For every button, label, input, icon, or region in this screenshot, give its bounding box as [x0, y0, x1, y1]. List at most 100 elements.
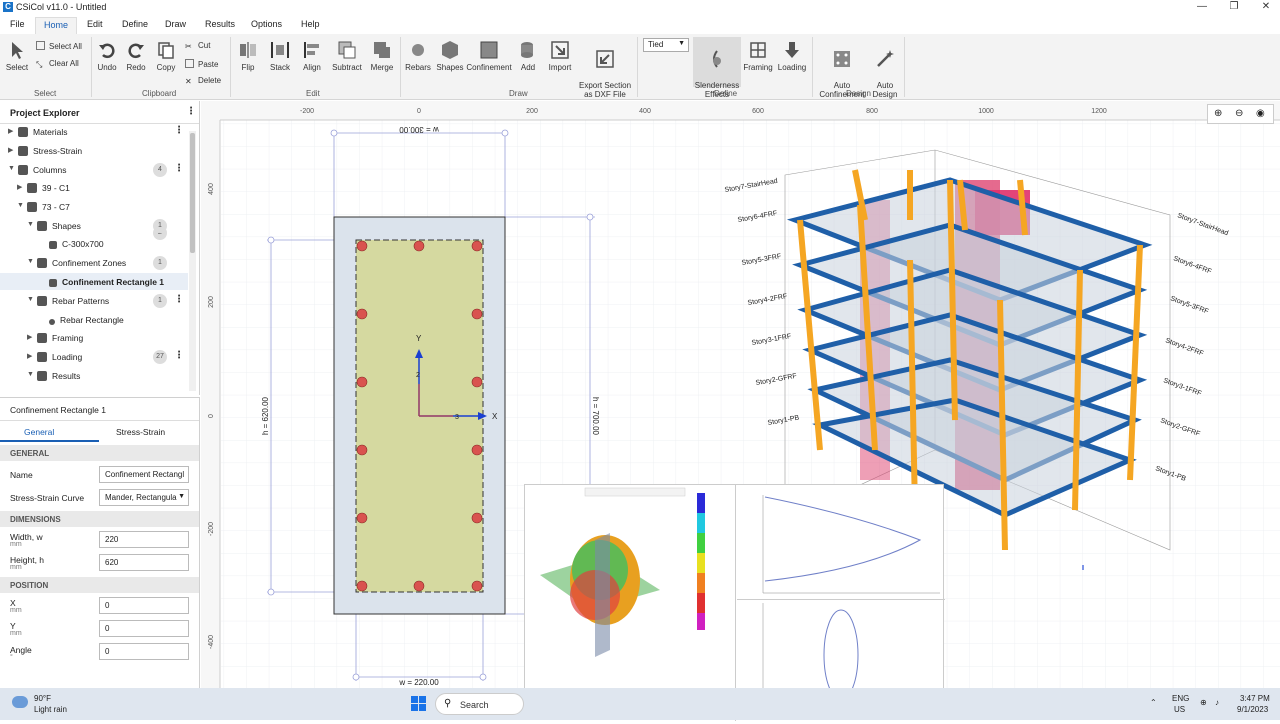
results-icon — [37, 371, 47, 381]
chevron-right-icon: ▶ — [27, 334, 33, 341]
lang-1[interactable]: ENG — [1172, 694, 1189, 703]
zoom-in-icon[interactable]: ⊕ — [1214, 108, 1222, 119]
menu-define[interactable]: Define — [122, 19, 148, 29]
flip-button[interactable]: Flip — [236, 40, 260, 72]
import-button[interactable]: Import — [545, 40, 575, 72]
zoom-out-icon[interactable]: ⊖ — [1235, 108, 1243, 119]
explorer-menu-icon[interactable]: ⋮ — [186, 106, 196, 117]
tree-item-columns[interactable]: ▼ Columns — [8, 165, 67, 175]
subtract-button[interactable]: Subtract — [331, 40, 363, 72]
tree-label: 39 - C1 — [42, 183, 70, 193]
windows-start-icon[interactable] — [411, 696, 427, 712]
clear-all-button[interactable]: ⤡ Clear All — [36, 59, 79, 69]
tree-item-results[interactable]: ▼ Results — [27, 371, 80, 381]
columns-menu-icon[interactable]: ⋮ — [174, 163, 184, 174]
y-field[interactable]: 0 — [99, 620, 189, 637]
tree-item-73-c7[interactable]: ▼ 73 - C7 — [17, 202, 70, 212]
section-position: POSITION — [0, 577, 199, 593]
materials-menu-icon[interactable]: ⋮ — [174, 125, 184, 136]
zoom-fit-icon[interactable]: ◉ — [1256, 108, 1265, 119]
loading-menu-icon[interactable]: ⋮ — [174, 350, 184, 361]
select-button[interactable]: Select — [5, 40, 29, 72]
loading-button[interactable]: Loading — [776, 40, 808, 72]
column-type-value: Tied — [648, 40, 664, 49]
tray-chevron-icon[interactable]: ⌃ — [1150, 698, 1157, 707]
tree-item-materials[interactable]: ▶ Materials — [8, 127, 68, 137]
speaker-icon[interactable]: ♪ — [1215, 698, 1219, 707]
rebars-button[interactable]: Rebars — [404, 40, 432, 72]
undo-label: Undo — [97, 63, 117, 72]
menu-edit[interactable]: Edit — [87, 19, 103, 29]
materials-icon — [18, 127, 28, 137]
tree-item-framing[interactable]: ▶ Framing — [27, 333, 83, 343]
slenderness-button[interactable]: Slenderness Effects — [693, 37, 741, 99]
paste-button[interactable]: Paste — [185, 59, 218, 69]
menu-draw[interactable]: Draw — [165, 19, 186, 29]
maximize-icon[interactable]: ❐ — [1218, 0, 1250, 14]
shapes-button[interactable]: Shapes — [436, 40, 464, 72]
explorer-scrollbar[interactable] — [189, 131, 196, 391]
undo-button[interactable]: Undo — [96, 40, 118, 72]
name-field[interactable]: Confinement Rectangl — [99, 466, 189, 483]
ruler-x-tick: 1000 — [978, 108, 994, 115]
framing-button[interactable]: Framing — [743, 40, 773, 72]
auto-design-button[interactable]: Auto Design — [870, 40, 900, 99]
tree-item-loading[interactable]: ▶ Loading — [27, 352, 82, 362]
dim-height-right: h = 700.00 — [591, 397, 600, 436]
ruler-y-tick: -200 — [208, 522, 215, 536]
tree-item-39-c1[interactable]: ▶ 39 - C1 — [17, 183, 70, 193]
height-field[interactable]: 620 — [99, 554, 189, 571]
tab-stress-strain[interactable]: Stress-Strain — [116, 427, 165, 437]
explorer-scrollbar-thumb[interactable] — [190, 133, 195, 253]
column-type-select[interactable]: Tied ▼ — [643, 38, 689, 52]
stack-button[interactable]: Stack — [268, 40, 292, 72]
confinement-button[interactable]: Confinement — [465, 40, 513, 72]
menu-results[interactable]: Results — [205, 19, 235, 29]
align-button[interactable]: Align — [300, 40, 324, 72]
tree-item-confinement-zones[interactable]: ▼ Confinement Zones — [27, 258, 126, 268]
close-icon[interactable]: ✕ — [1250, 0, 1280, 14]
add-button[interactable]: Add — [515, 40, 541, 72]
redo-button[interactable]: Redo — [125, 40, 147, 72]
tab-general[interactable]: General — [24, 427, 54, 437]
cut-button[interactable]: ✂ Cut — [185, 41, 210, 51]
taskbar-search[interactable]: ⚲ Search — [435, 693, 524, 715]
menu-home[interactable]: Home — [35, 17, 78, 34]
angle-unit: ° — [10, 654, 13, 661]
merge-button[interactable]: Merge — [368, 40, 396, 72]
minimize-icon[interactable]: — — [1186, 0, 1218, 14]
explorer-divider — [0, 123, 199, 124]
tree-item-shapes[interactable]: ▼ Shapes — [27, 221, 81, 231]
export-dxf-button[interactable]: Export Section as DXF File — [577, 40, 633, 99]
ribbon-separator — [91, 37, 92, 97]
clock-date[interactable]: 9/1/2023 — [1237, 705, 1268, 714]
delete-icon: ✕ — [185, 77, 192, 86]
angle-field[interactable]: 0 — [99, 643, 189, 660]
lang-2[interactable]: US — [1174, 705, 1185, 714]
menu-file[interactable]: File — [10, 19, 25, 29]
tree-item-rebar-patterns[interactable]: ▼ Rebar Patterns — [27, 296, 109, 306]
menu-help[interactable]: Help — [301, 19, 320, 29]
rebars-label: Rebars — [405, 63, 431, 72]
tree-item-confinement-rectangle-1[interactable]: Confinement Rectangle 1 — [49, 277, 164, 287]
y-unit: mm — [10, 630, 22, 637]
select-all-button[interactable]: Select All — [36, 41, 82, 51]
network-icon[interactable]: ⊕ — [1200, 698, 1207, 707]
confinement-icon — [49, 279, 57, 287]
story-labels-left: Story7-StairHead Story6-4FRF Story5-3FRF… — [724, 178, 800, 427]
width-field[interactable]: 220 — [99, 531, 189, 548]
clock-time[interactable]: 3:47 PM — [1240, 694, 1270, 703]
delete-button[interactable]: ✕ Delete — [185, 76, 221, 86]
loading-count-badge: 27 — [153, 350, 167, 364]
tree-label: Materials — [33, 127, 68, 137]
surface-toolbar[interactable] — [584, 487, 686, 497]
copy-button[interactable]: Copy — [154, 40, 178, 72]
width-unit: mm — [10, 541, 22, 548]
stress-strain-select[interactable]: Mander, Rectangula ▼ — [99, 489, 189, 506]
menu-options[interactable]: Options — [251, 19, 282, 29]
rebar-menu-icon[interactable]: ⋮ — [174, 294, 184, 305]
x-field[interactable]: 0 — [99, 597, 189, 614]
tree-item-stress-strain[interactable]: ▶ Stress-Strain — [8, 146, 82, 156]
tree-item-rebar-rectangle[interactable]: Rebar Rectangle — [49, 315, 124, 325]
tree-item-c300x700[interactable]: C-300x700 — [49, 239, 104, 249]
